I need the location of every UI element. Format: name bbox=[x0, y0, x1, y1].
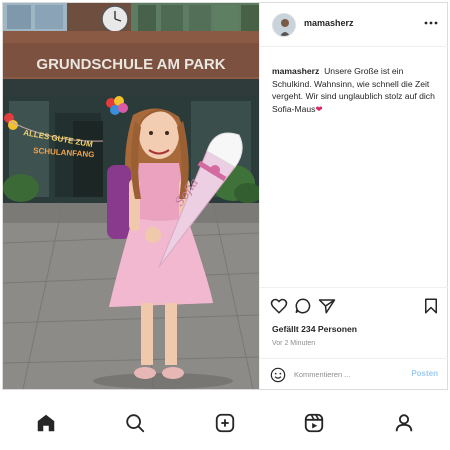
comment-bar: Posten bbox=[260, 358, 448, 388]
post-photo[interactable]: GRUNDSCHULE AM PARK ALLES GUTE ZUM SCHUL… bbox=[3, 3, 259, 389]
school-sign: GRUNDSCHULE AM PARK bbox=[36, 56, 225, 73]
comment-input[interactable] bbox=[294, 366, 404, 382]
search-icon[interactable] bbox=[124, 412, 146, 434]
home-icon[interactable] bbox=[35, 412, 57, 434]
post-time: Vor 2 Minuten bbox=[272, 340, 316, 347]
backpack bbox=[107, 165, 131, 239]
likes-count[interactable]: Gefällt 234 Personen bbox=[272, 324, 357, 334]
post-actions: Gefällt 234 Personen Vor 2 Minuten Poste… bbox=[260, 287, 448, 387]
bottom-tab-bar bbox=[2, 392, 448, 448]
profile-icon[interactable] bbox=[393, 412, 415, 434]
bookmark-icon[interactable] bbox=[422, 297, 440, 315]
heart-icon[interactable] bbox=[270, 297, 288, 315]
username[interactable]: mamasherz bbox=[304, 18, 354, 28]
reels-icon[interactable] bbox=[303, 412, 325, 434]
post-caption: mamasherz Unsere Große ist ein Schulkind… bbox=[272, 65, 442, 115]
post-side-panel: mamasherz mamasherz Unsere Große ist ein… bbox=[259, 3, 448, 389]
more-options-icon[interactable] bbox=[424, 15, 438, 29]
caption-username[interactable]: mamasherz bbox=[272, 66, 319, 76]
avatar[interactable] bbox=[272, 13, 296, 37]
share-icon[interactable] bbox=[318, 297, 336, 315]
comment-icon[interactable] bbox=[294, 297, 312, 315]
heart-emoji: ❤ bbox=[315, 103, 323, 114]
emoji-icon[interactable] bbox=[270, 367, 286, 383]
post-comment-button[interactable]: Posten bbox=[411, 369, 438, 378]
post-header: mamasherz bbox=[260, 3, 448, 47]
post-card: GRUNDSCHULE AM PARK ALLES GUTE ZUM SCHUL… bbox=[2, 2, 448, 390]
new-post-icon[interactable] bbox=[214, 412, 236, 434]
